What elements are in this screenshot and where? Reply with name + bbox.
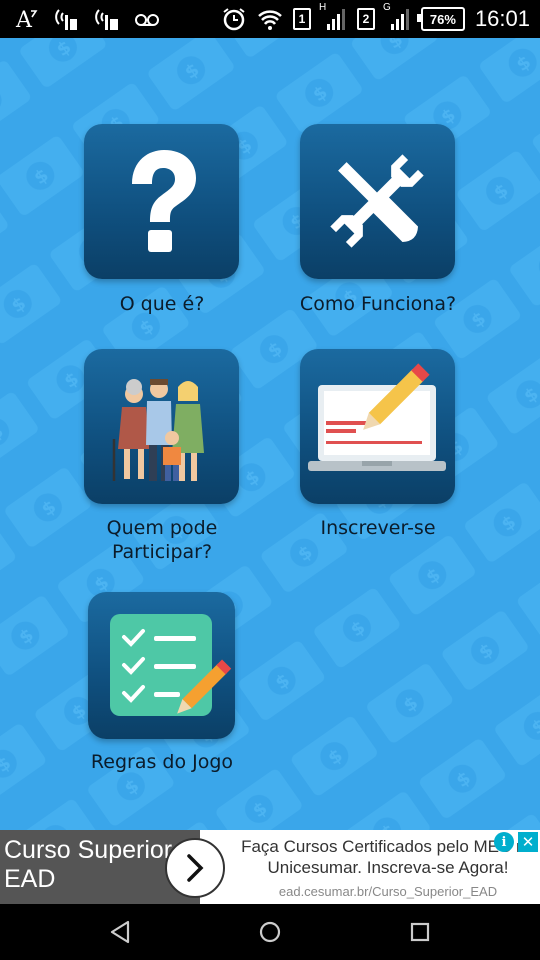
main-menu-screen: $ O que é? Como Funciona? (0, 38, 540, 830)
checklist-icon (110, 614, 232, 716)
wifi-icon (258, 10, 282, 30)
menu-label-quem-pode-participar[interactable]: Quem pode Participar? (52, 516, 272, 564)
clock: 16:01 (474, 6, 530, 31)
recent-apps-icon[interactable] (406, 918, 434, 946)
menu-tile-como-funciona[interactable] (300, 124, 455, 279)
menu-tile-regras-do-jogo[interactable] (88, 592, 235, 739)
alarm-icon (223, 8, 245, 31)
ad-url[interactable]: ead.cesumar.br/Curso_Superior_EAD (258, 884, 518, 899)
chevron-right-icon (187, 854, 204, 882)
sim2-badge-icon: 2 (356, 8, 375, 30)
menu-label-regras-do-jogo[interactable]: Regras do Jogo (52, 750, 272, 774)
ad-close-icon[interactable]: ✕ (518, 832, 538, 852)
voicemail-icon (135, 14, 159, 26)
family-icon (112, 379, 204, 481)
back-icon[interactable] (106, 918, 134, 946)
signal-h-icon: H (319, 2, 347, 32)
wrench-screwdriver-icon (330, 154, 424, 248)
money-pattern-background: $ (0, 38, 540, 830)
ad-banner[interactable]: Curso Superior EAD Faça Cursos Certifica… (0, 830, 540, 904)
menu-label-inscrever-se[interactable]: Inscrever-se (268, 516, 488, 540)
signal-sim1-icon (55, 9, 77, 30)
ad-arrow-button[interactable] (165, 838, 225, 898)
signal-sim2-icon (95, 9, 118, 30)
menu-label-como-funciona[interactable]: Como Funciona? (268, 292, 488, 316)
question-mark-icon (132, 150, 196, 252)
menu-tile-quem-pode-participar[interactable] (84, 349, 239, 504)
svg-text:A: A (15, 8, 33, 32)
sim1-badge-icon: 1 (292, 8, 311, 30)
accessibility-font-icon: A (15, 8, 38, 32)
ad-headline[interactable]: Faça Cursos Certificados pelo MEC na Uni… (238, 836, 538, 878)
battery-indicator: 76% (416, 7, 465, 31)
menu-label-o-que-e[interactable]: O que é? (52, 292, 272, 316)
menu-tile-o-que-e[interactable] (84, 124, 239, 279)
navigation-bar (0, 904, 540, 960)
menu-tile-inscrever-se[interactable] (300, 349, 455, 504)
signal-g-icon: G (383, 2, 411, 32)
ad-info-icon[interactable]: i (494, 832, 514, 852)
laptop-pencil-icon (308, 363, 446, 471)
status-bar: A 1 H 2 G 76% 16:01 (0, 0, 540, 38)
home-icon[interactable] (256, 918, 284, 946)
